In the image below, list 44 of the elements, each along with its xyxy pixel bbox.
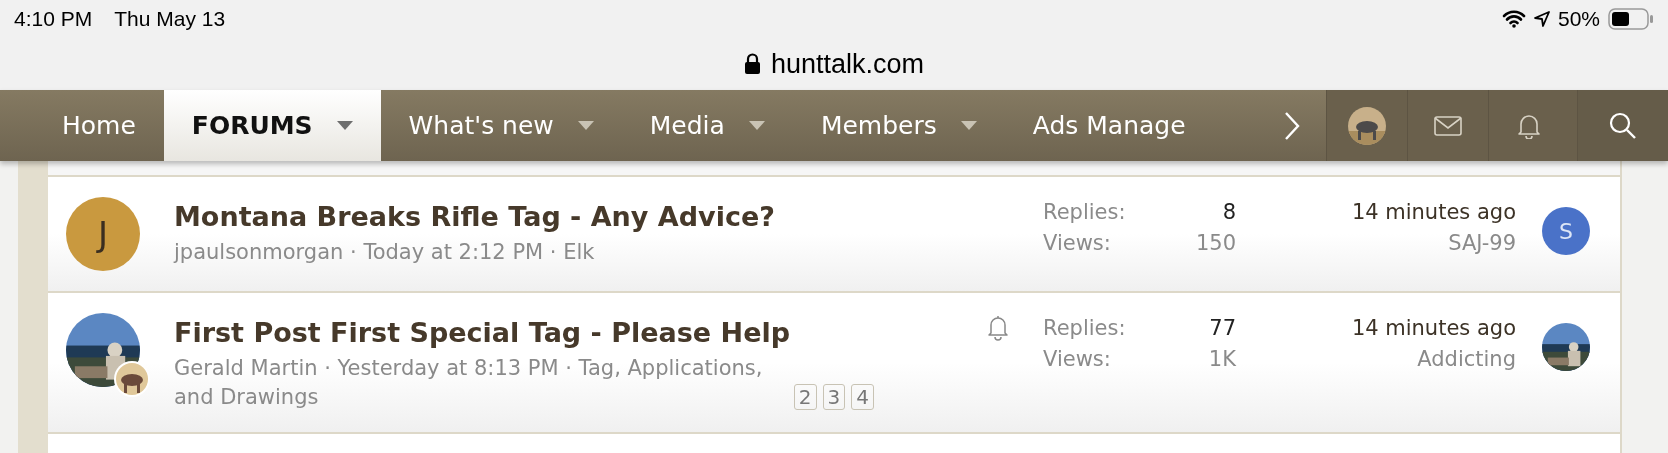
user-avatar[interactable]: J (66, 197, 140, 271)
thread-meta: Gerald Martin · Yesterday at 8:13 PM · Tag, Applications, and Drawings (174, 355, 764, 411)
last-post-time[interactable]: 14 minutes ago (1351, 197, 1516, 228)
nav-tab[interactable]: Members (792, 90, 1005, 161)
stat-label: Replies: (1043, 199, 1126, 226)
user-avatar[interactable]: S (1542, 207, 1590, 255)
caret-icon[interactable] (336, 121, 353, 130)
nav-tab[interactable]: What's new (380, 90, 622, 161)
search-icon[interactable] (1609, 111, 1637, 140)
stat-value: 8 (1221, 199, 1236, 226)
lock-icon (743, 53, 761, 75)
page-link[interactable]: 3 (822, 384, 846, 410)
bell-icon[interactable] (1517, 112, 1541, 139)
stat-label: Views: (1043, 346, 1112, 373)
caret-icon[interactable] (577, 121, 594, 130)
last-post-time[interactable]: 14 minutes ago (1351, 313, 1516, 344)
bell-icon[interactable] (987, 315, 1009, 341)
mail-icon[interactable] (1434, 115, 1462, 136)
status-time: 4:10 PM (14, 7, 93, 31)
stat-label: Replies: (1043, 315, 1126, 342)
battery-icon (1608, 8, 1654, 30)
nav-tab[interactable]: Media (621, 90, 793, 161)
thread-title[interactable]: First Post First Special Tag - Please Help (174, 317, 874, 348)
thread-meta: jpaulsonmorgan · Today at 2:12 PM · Elk (174, 239, 595, 266)
wifi-icon (1501, 10, 1526, 28)
url-text[interactable]: hunttalk.com (770, 48, 925, 80)
nav-tab[interactable]: Ads Manage (1004, 90, 1214, 161)
caret-icon[interactable] (960, 121, 977, 130)
stat-label: Views: (1043, 230, 1112, 257)
thread-title[interactable]: Montana Breaks Rifle Tag - Any Advice? (174, 201, 874, 232)
battery-percent: 50% (1557, 7, 1600, 31)
chevron-right-icon[interactable] (1284, 110, 1300, 141)
location-icon (1533, 10, 1550, 28)
last-poster[interactable]: SAJ-99 (1448, 228, 1516, 259)
status-date: Thu May 13 (114, 7, 226, 31)
stat-value: 150 (1195, 230, 1236, 257)
caret-icon[interactable] (748, 121, 765, 130)
page-link[interactable]: 4 (851, 384, 874, 410)
page-link[interactable]: 2 (793, 384, 817, 410)
stat-value: 77 (1208, 315, 1236, 342)
nav-tab[interactable]: FORUMS (163, 90, 381, 161)
nav-tab[interactable]: Home (34, 90, 164, 161)
stat-value: 1K (1208, 346, 1236, 373)
last-poster[interactable]: Addicting (1417, 344, 1516, 375)
